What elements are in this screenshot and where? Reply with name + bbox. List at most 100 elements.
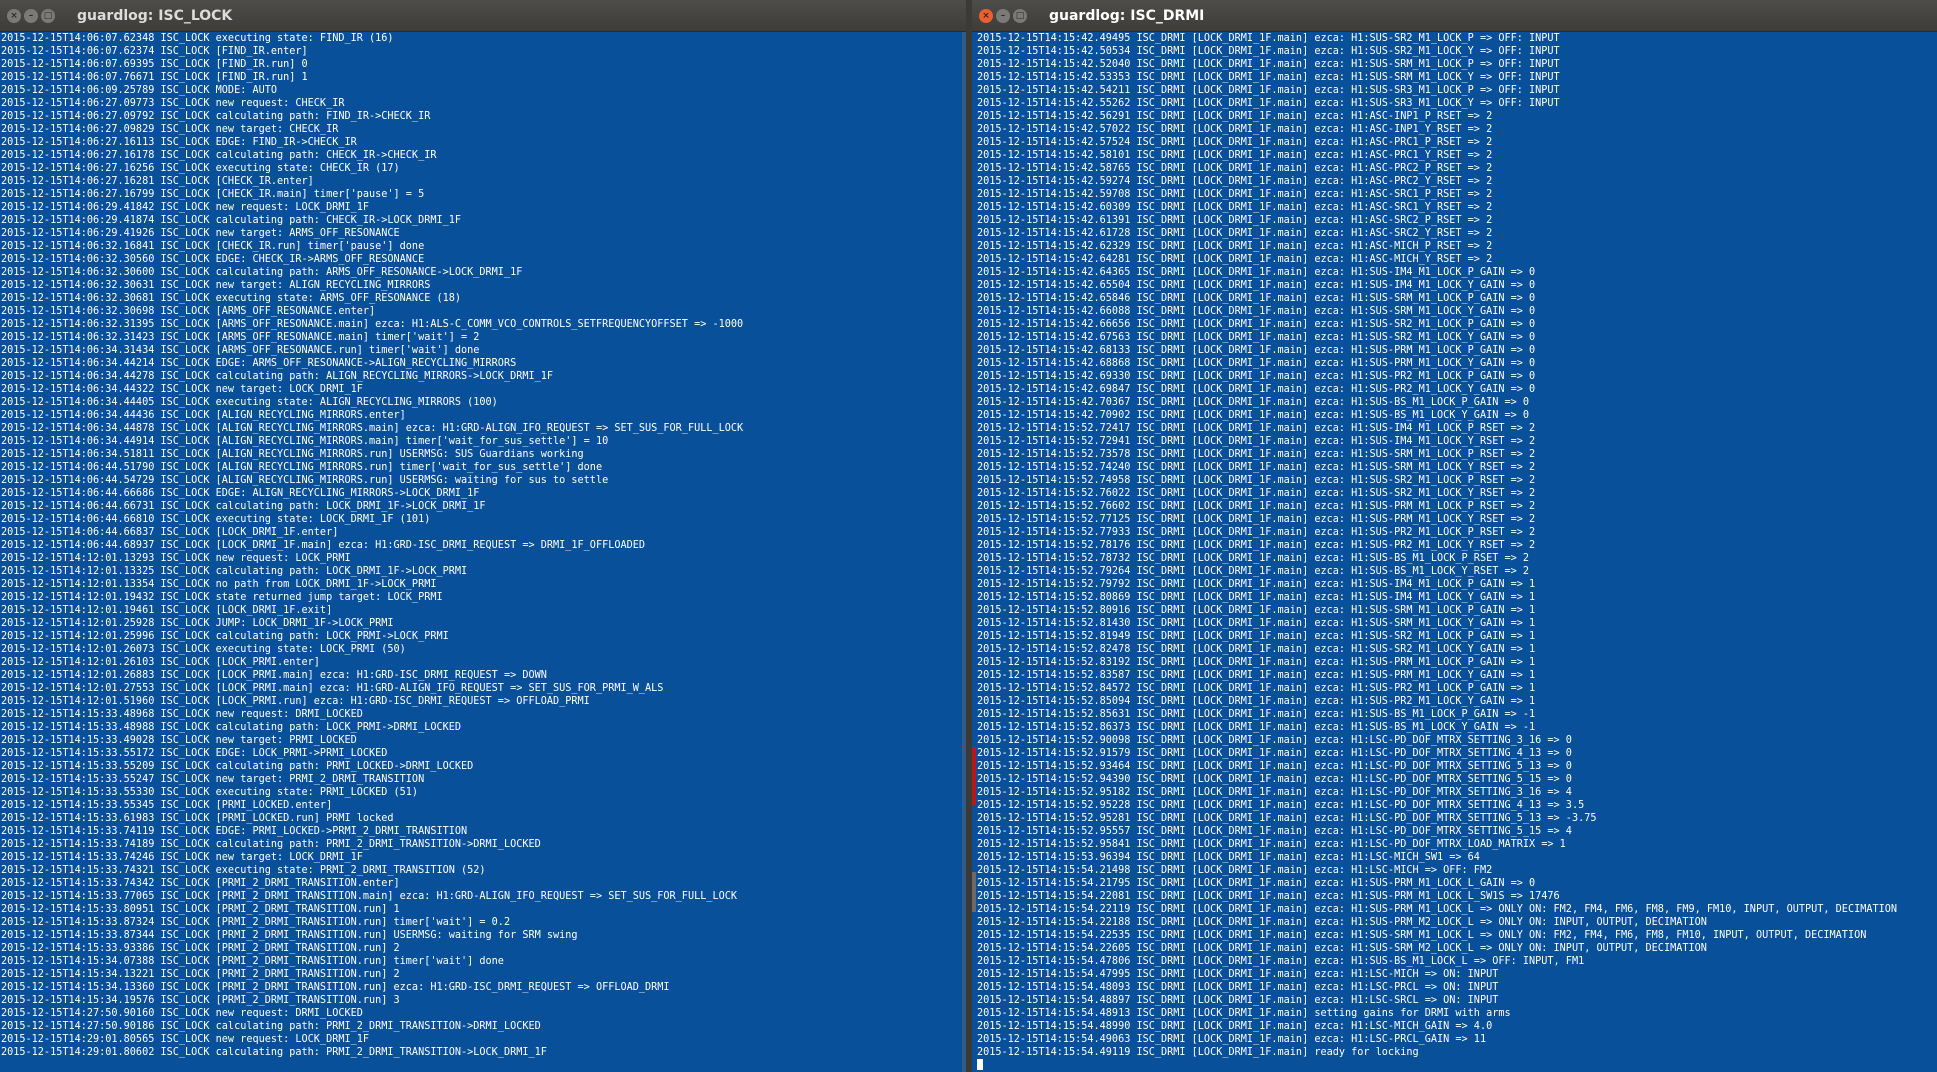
log-line: 2015-12-15T14:15:52.94390 ISC_DRMI [LOCK…: [977, 774, 1572, 785]
window-controls: × – □: [0, 8, 65, 23]
maximize-icon[interactable]: □: [41, 8, 55, 23]
log-line: 2015-12-15T14:15:42.70367 ISC_DRMI [LOCK…: [977, 397, 1530, 408]
log-line: 2015-12-15T14:15:52.82478 ISC_DRMI [LOCK…: [977, 644, 1536, 655]
log-line: 2015-12-15T14:06:34.51811 ISC_LOCK [ALIG…: [1, 449, 584, 460]
log-line: 2015-12-15T14:15:33.48968 ISC_LOCK new r…: [1, 709, 363, 720]
log-line: 2015-12-15T14:15:52.77933 ISC_DRMI [LOCK…: [977, 527, 1536, 538]
log-line: 2015-12-15T14:15:42.64365 ISC_DRMI [LOCK…: [977, 267, 1536, 278]
log-line: 2015-12-15T14:15:54.22081 ISC_DRMI [LOCK…: [977, 891, 1560, 902]
log-line: 2015-12-15T14:12:01.13293 ISC_LOCK new r…: [1, 553, 351, 564]
log-line: 2015-12-15T14:15:52.83587 ISC_DRMI [LOCK…: [977, 670, 1536, 681]
log-line: 2015-12-15T14:15:54.21795 ISC_DRMI [LOCK…: [977, 878, 1536, 889]
log-line: 2015-12-15T14:15:42.58101 ISC_DRMI [LOCK…: [977, 150, 1493, 161]
log-line: 2015-12-15T14:15:42.64281 ISC_DRMI [LOCK…: [977, 254, 1493, 265]
log-line: 2015-12-15T14:15:42.55262 ISC_DRMI [LOCK…: [977, 98, 1560, 109]
log-line: 2015-12-15T14:15:33.74321 ISC_LOCK execu…: [1, 865, 486, 876]
close-icon[interactable]: ×: [979, 8, 993, 23]
log-line: 2015-12-15T14:27:50.90160 ISC_LOCK new r…: [1, 1008, 363, 1019]
log-line: 2015-12-15T14:15:52.78732 ISC_DRMI [LOCK…: [977, 553, 1530, 564]
log-line: 2015-12-15T14:06:44.54729 ISC_LOCK [ALIG…: [1, 475, 609, 486]
log-line: 2015-12-15T14:06:32.30600 ISC_LOCK calcu…: [1, 267, 523, 278]
log-line: 2015-12-15T14:06:07.62348 ISC_LOCK execu…: [1, 33, 394, 44]
log-line: 2015-12-15T14:06:09.25789 ISC_LOCK MODE:…: [1, 85, 278, 96]
log-line: 2015-12-15T14:06:34.44322 ISC_LOCK new t…: [1, 384, 363, 395]
log-line: 2015-12-15T14:15:52.81430 ISC_DRMI [LOCK…: [977, 618, 1536, 629]
log-line: 2015-12-15T14:06:07.76671 ISC_LOCK [FIND…: [1, 72, 308, 83]
log-line: 2015-12-15T14:15:42.65846 ISC_DRMI [LOCK…: [977, 293, 1536, 304]
log-line: 2015-12-15T14:06:32.31395 ISC_LOCK [ARMS…: [1, 319, 744, 330]
log-line: 2015-12-15T14:15:42.70902 ISC_DRMI [LOCK…: [977, 410, 1530, 421]
log-line: 2015-12-15T14:15:42.53353 ISC_DRMI [LOCK…: [977, 72, 1560, 83]
log-line: 2015-12-15T14:15:54.49119 ISC_DRMI [LOCK…: [977, 1047, 1419, 1058]
log-line: 2015-12-15T14:06:44.66837 ISC_LOCK [LOCK…: [1, 527, 339, 538]
log-line: 2015-12-15T14:15:34.13221 ISC_LOCK [PRMI…: [1, 969, 400, 980]
log-line: 2015-12-15T14:06:27.09773 ISC_LOCK new r…: [1, 98, 345, 109]
log-line: 2015-12-15T14:15:42.68133 ISC_DRMI [LOCK…: [977, 345, 1536, 356]
window-title: guardlog: ISC_LOCK: [77, 7, 233, 24]
log-line: 2015-12-15T14:15:33.49028 ISC_LOCK new t…: [1, 735, 357, 746]
log-line: 2015-12-15T14:15:33.77065 ISC_LOCK [PRMI…: [1, 891, 738, 902]
log-line: 2015-12-15T14:06:34.44214 ISC_LOCK EDGE:…: [1, 358, 517, 369]
log-line: 2015-12-15T14:15:33.74342 ISC_LOCK [PRMI…: [1, 878, 400, 889]
log-line: 2015-12-15T14:15:42.68868 ISC_DRMI [LOCK…: [977, 358, 1536, 369]
log-line: 2015-12-15T14:06:34.44878 ISC_LOCK [ALIG…: [1, 423, 744, 434]
minimize-icon[interactable]: –: [24, 8, 38, 23]
log-line: 2015-12-15T14:15:52.95841 ISC_DRMI [LOCK…: [977, 839, 1566, 850]
log-line: 2015-12-15T14:15:52.91579 ISC_DRMI [LOCK…: [977, 748, 1572, 759]
log-line: 2015-12-15T14:15:42.59708 ISC_DRMI [LOCK…: [977, 189, 1493, 200]
window-titlebar[interactable]: × – □ guardlog: ISC_DRMI: [972, 0, 1937, 32]
log-line: 2015-12-15T14:12:01.13354 ISC_LOCK no pa…: [1, 579, 437, 590]
log-line: 2015-12-15T14:06:44.68937 ISC_LOCK [LOCK…: [1, 540, 646, 551]
log-output[interactable]: 2015-12-15T14:15:42.49495 ISC_DRMI [LOCK…: [976, 32, 1897, 1072]
log-line: 2015-12-15T14:06:27.16799 ISC_LOCK [CHEC…: [1, 189, 425, 200]
terminal-window-isc-lock[interactable]: × – □ guardlog: ISC_LOCK 2015-12-15T14:0…: [0, 0, 966, 1072]
log-line: 2015-12-15T14:15:42.56291 ISC_DRMI [LOCK…: [977, 111, 1493, 122]
log-line: 2015-12-15T14:12:01.25996 ISC_LOCK calcu…: [1, 631, 449, 642]
log-line: 2015-12-15T14:15:33.74246 ISC_LOCK new t…: [1, 852, 363, 863]
minimize-icon[interactable]: –: [996, 8, 1010, 23]
log-line: 2015-12-15T14:15:42.52040 ISC_DRMI [LOCK…: [977, 59, 1560, 70]
log-line: 2015-12-15T14:15:52.73578 ISC_DRMI [LOCK…: [977, 449, 1536, 460]
log-line: 2015-12-15T14:06:27.16113 ISC_LOCK EDGE:…: [1, 137, 357, 148]
log-line: 2015-12-15T14:29:01.80565 ISC_LOCK new r…: [1, 1034, 370, 1045]
log-line: 2015-12-15T14:15:33.74189 ISC_LOCK calcu…: [1, 839, 541, 850]
log-line: 2015-12-15T14:15:34.07388 ISC_LOCK [PRMI…: [1, 956, 504, 967]
log-line: 2015-12-15T14:15:42.50534 ISC_DRMI [LOCK…: [977, 46, 1560, 57]
log-output[interactable]: 2015-12-15T14:06:07.62348 ISC_LOCK execu…: [0, 32, 743, 1059]
close-icon[interactable]: ×: [7, 8, 21, 23]
log-line: 2015-12-15T14:15:54.48897 ISC_DRMI [LOCK…: [977, 995, 1499, 1006]
log-line: 2015-12-15T14:06:32.30631 ISC_LOCK new t…: [1, 280, 431, 291]
log-line: 2015-12-15T14:15:52.74958 ISC_DRMI [LOCK…: [977, 475, 1536, 486]
log-line: 2015-12-15T14:06:34.44405 ISC_LOCK execu…: [1, 397, 498, 408]
log-line: 2015-12-15T14:06:44.66686 ISC_LOCK EDGE:…: [1, 488, 480, 499]
terminal-window-isc-drmi[interactable]: × – □ guardlog: ISC_DRMI 2015-12-15T14:1…: [972, 0, 1937, 1072]
log-line: 2015-12-15T14:15:42.58765 ISC_DRMI [LOCK…: [977, 163, 1493, 174]
log-line: 2015-12-15T14:15:54.47995 ISC_DRMI [LOCK…: [977, 969, 1499, 980]
log-line: 2015-12-15T14:06:44.51790 ISC_LOCK [ALIG…: [1, 462, 603, 473]
log-line: 2015-12-15T14:06:27.16281 ISC_LOCK [CHEC…: [1, 176, 314, 187]
log-line: 2015-12-15T14:06:32.30560 ISC_LOCK EDGE:…: [1, 254, 425, 265]
log-line: 2015-12-15T14:15:52.80869 ISC_DRMI [LOCK…: [977, 592, 1536, 603]
log-line: 2015-12-15T14:15:42.57524 ISC_DRMI [LOCK…: [977, 137, 1493, 148]
log-line: 2015-12-15T14:15:52.95228 ISC_DRMI [LOCK…: [977, 800, 1585, 811]
log-line: 2015-12-15T14:06:29.41842 ISC_LOCK new r…: [1, 202, 370, 213]
log-line: 2015-12-15T14:15:52.76602 ISC_DRMI [LOCK…: [977, 501, 1536, 512]
log-line: 2015-12-15T14:12:01.19432 ISC_LOCK state…: [1, 592, 443, 603]
prompt-line[interactable]: [977, 1059, 1897, 1072]
log-line: 2015-12-15T14:15:53.96394 ISC_DRMI [LOCK…: [977, 852, 1480, 863]
log-line: 2015-12-15T14:06:27.09792 ISC_LOCK calcu…: [1, 111, 431, 122]
log-line: 2015-12-15T14:29:01.80602 ISC_LOCK calcu…: [1, 1047, 547, 1058]
log-line: 2015-12-15T14:06:34.31434 ISC_LOCK [ARMS…: [1, 345, 480, 356]
log-line: 2015-12-15T14:15:52.81949 ISC_DRMI [LOCK…: [977, 631, 1536, 642]
maximize-icon[interactable]: □: [1013, 8, 1027, 23]
log-line: 2015-12-15T14:15:42.57022 ISC_DRMI [LOCK…: [977, 124, 1493, 135]
log-line: 2015-12-15T14:15:42.65504 ISC_DRMI [LOCK…: [977, 280, 1536, 291]
log-line: 2015-12-15T14:15:33.87344 ISC_LOCK [PRMI…: [1, 930, 578, 941]
log-line: 2015-12-15T14:06:44.66731 ISC_LOCK calcu…: [1, 501, 486, 512]
log-line: 2015-12-15T14:15:52.76022 ISC_DRMI [LOCK…: [977, 488, 1536, 499]
log-line: 2015-12-15T14:15:42.62329 ISC_DRMI [LOCK…: [977, 241, 1493, 252]
log-line: 2015-12-15T14:12:01.26103 ISC_LOCK [LOCK…: [1, 657, 320, 668]
log-line: 2015-12-15T14:15:52.83192 ISC_DRMI [LOCK…: [977, 657, 1536, 668]
window-titlebar[interactable]: × – □ guardlog: ISC_LOCK: [0, 0, 966, 32]
log-line: 2015-12-15T14:06:27.16178 ISC_LOCK calcu…: [1, 150, 437, 161]
